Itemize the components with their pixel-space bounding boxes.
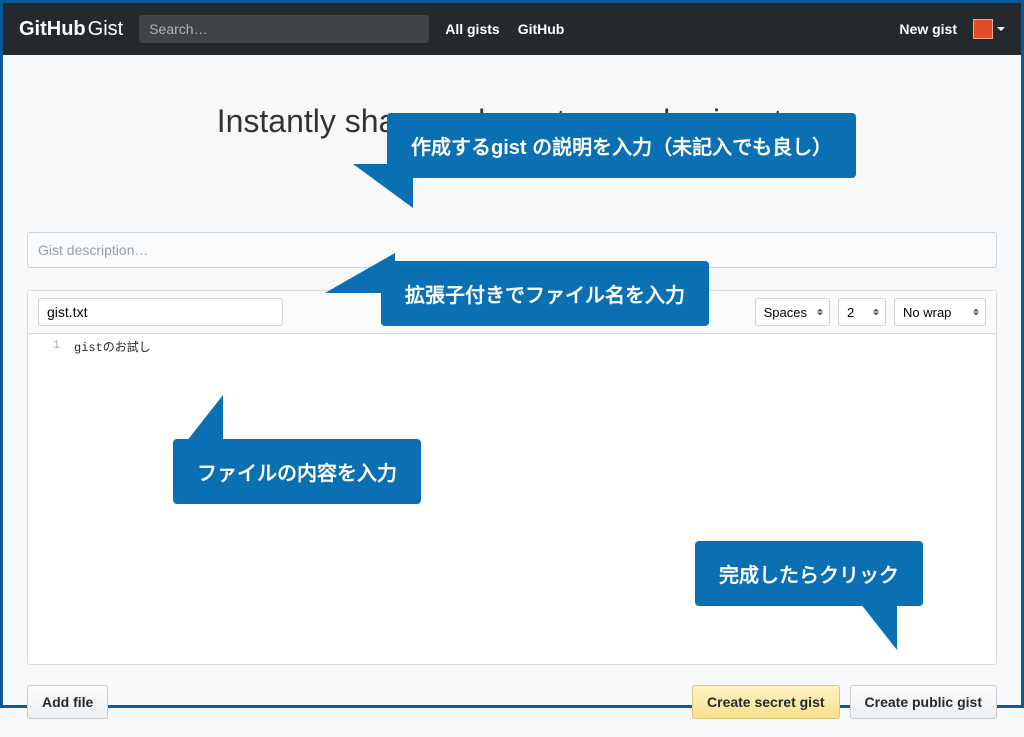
callout-filename: 拡張子付きでファイル名を入力	[381, 261, 709, 326]
callout-text: 完成したらクリック	[719, 565, 899, 587]
updown-icon	[973, 309, 979, 316]
callout-tail-icon	[853, 594, 897, 650]
top-nav: GitHub Gist All gists GitHub New gist	[3, 3, 1021, 55]
add-file-button[interactable]: Add file	[27, 685, 108, 719]
create-public-gist-button[interactable]: Create public gist	[850, 685, 997, 719]
new-gist-link[interactable]: New gist	[899, 21, 957, 37]
line-number: 1	[28, 338, 60, 352]
indent-size-select[interactable]: 2	[838, 298, 886, 326]
form-actions: Add file Create secret gist Create publi…	[27, 685, 997, 737]
nav-all-gists[interactable]: All gists	[445, 21, 499, 37]
callout-description: 作成するgist の説明を入力（未記入でも良し）	[387, 113, 856, 178]
callout-text: 作成するgist の説明を入力（未記入でも良し）	[411, 137, 832, 159]
indent-mode-select[interactable]: Spaces	[755, 298, 830, 326]
wrap-mode-select[interactable]: No wrap	[894, 298, 986, 326]
caret-down-icon	[997, 27, 1005, 31]
logo-gist: Gist	[88, 18, 124, 41]
callout-tail-icon	[179, 395, 223, 451]
updown-icon	[873, 309, 879, 316]
wrap-mode-label: No wrap	[903, 305, 951, 320]
logo-github: GitHub	[19, 18, 86, 41]
avatar-icon	[973, 19, 993, 39]
indent-mode-label: Spaces	[764, 305, 807, 320]
callout-submit: 完成したらクリック	[695, 541, 923, 606]
nav-links: All gists GitHub	[445, 21, 564, 37]
filename-input[interactable]	[38, 298, 283, 326]
search-input[interactable]	[139, 15, 429, 43]
updown-icon	[817, 309, 823, 316]
callout-tail-icon	[325, 253, 395, 293]
callout-tail-icon	[353, 164, 413, 208]
nav-github[interactable]: GitHub	[518, 21, 565, 37]
user-menu[interactable]	[973, 19, 1005, 39]
github-gist-logo[interactable]: GitHub Gist	[19, 18, 123, 41]
line-gutter: 1	[28, 334, 68, 664]
callout-text: ファイルの内容を入力	[197, 463, 397, 485]
callout-content: ファイルの内容を入力	[173, 439, 421, 504]
callout-text: 拡張子付きでファイル名を入力	[405, 285, 685, 307]
create-secret-gist-button[interactable]: Create secret gist	[692, 685, 840, 719]
indent-size-label: 2	[847, 305, 854, 320]
